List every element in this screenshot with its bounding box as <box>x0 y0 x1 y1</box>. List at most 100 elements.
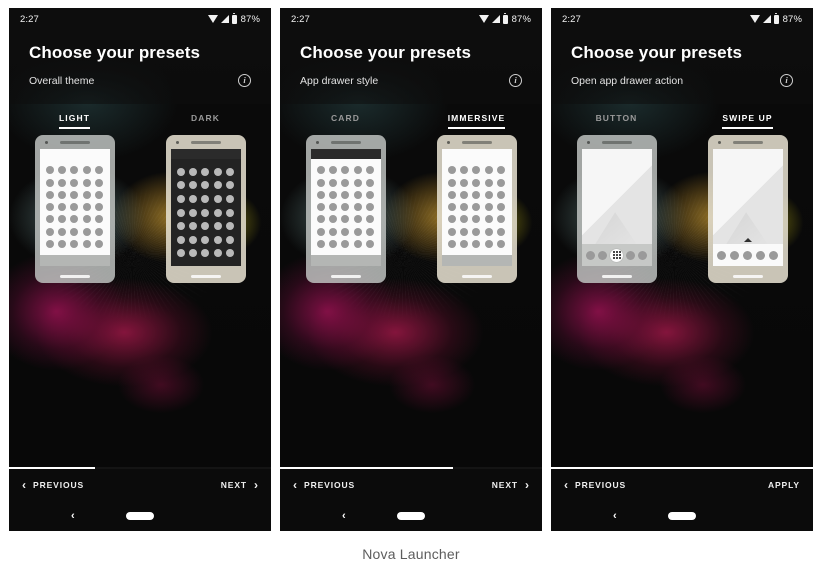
tab-light[interactable]: LIGHT <box>9 108 140 129</box>
system-home-pill[interactable] <box>397 512 425 520</box>
home-indicator <box>190 275 221 278</box>
apply-button[interactable]: APPLY <box>768 480 800 490</box>
panel-header: Choose your presets Open app drawer acti… <box>551 30 813 87</box>
speaker-icon <box>330 141 361 144</box>
info-icon[interactable]: i <box>238 74 251 87</box>
option-tabs: BUTTON SWIPE UP <box>551 108 813 129</box>
app-icon-grid <box>40 159 110 255</box>
signal-icon <box>762 15 771 23</box>
speaker-icon <box>59 141 90 144</box>
speaker-icon <box>190 141 221 144</box>
phone-screen-card <box>310 149 381 266</box>
app-drawer-button-icon[interactable] <box>610 248 623 262</box>
status-bar: 2:27 87% <box>551 8 813 30</box>
battery-icon <box>773 12 779 24</box>
tab-button[interactable]: BUTTON <box>551 108 682 129</box>
system-home-pill[interactable] <box>668 512 696 520</box>
previous-button[interactable]: ‹ PREVIOUS <box>564 479 626 491</box>
battery-icon <box>502 12 508 24</box>
previous-button[interactable]: ‹ PREVIOUS <box>22 479 84 491</box>
page-title: Choose your presets <box>29 43 201 62</box>
page-title: Choose your presets <box>571 43 743 62</box>
panel-subtitle: App drawer style <box>300 74 379 87</box>
subtitle-row: Open app drawer action i <box>571 74 793 87</box>
phone-preview-light[interactable] <box>34 135 115 283</box>
next-button[interactable]: NEXT › <box>492 479 529 491</box>
page-title: Choose your presets <box>300 43 472 62</box>
status-time: 2:27 <box>20 13 39 25</box>
speaker-icon <box>601 141 632 144</box>
speaker-icon <box>732 141 763 144</box>
previous-button[interactable]: ‹ PREVIOUS <box>293 479 355 491</box>
wizard-nav: ‹ PREVIOUS APPLY <box>551 469 813 501</box>
signal-icon <box>491 15 500 23</box>
tab-swipe-up-label: SWIPE UP <box>722 113 773 129</box>
previous-label: PREVIOUS <box>304 480 356 490</box>
phone-dock <box>581 244 652 266</box>
panel-overall-theme: 2:27 87% Choose your presets Overall the… <box>9 8 271 531</box>
info-icon[interactable]: i <box>780 74 793 87</box>
wifi-icon <box>207 15 218 23</box>
panel-header: Choose your presets App drawer style i <box>280 30 542 87</box>
dock-icon <box>626 250 635 260</box>
chevron-right-icon: › <box>525 478 529 492</box>
home-indicator <box>732 275 763 278</box>
dock-icon <box>717 250 727 260</box>
tab-card[interactable]: CARD <box>280 108 411 129</box>
speaker-icon <box>461 141 492 144</box>
tab-immersive[interactable]: IMMERSIVE <box>411 108 542 129</box>
system-back-icon[interactable]: ‹ <box>342 510 346 522</box>
panel-subtitle: Overall theme <box>29 74 95 87</box>
status-time: 2:27 <box>291 13 310 25</box>
system-back-icon[interactable]: ‹ <box>71 510 75 522</box>
next-label: NEXT <box>491 480 518 490</box>
battery-percent: 87% <box>782 13 802 25</box>
wifi-icon <box>749 15 760 23</box>
camera-icon <box>586 141 590 144</box>
next-label: NEXT <box>220 480 247 490</box>
phone-preview-immersive[interactable] <box>436 135 517 283</box>
wifi-icon <box>478 15 489 23</box>
dock-icon <box>586 250 595 260</box>
panel-app-drawer-style: 2:27 87% Choose your presets App drawer … <box>280 8 542 531</box>
dock-icon <box>768 250 778 260</box>
panel-open-app-drawer-action: 2:27 87% Choose your presets Open app dr… <box>551 8 813 531</box>
preset-panels: 2:27 87% Choose your presets Overall the… <box>0 0 822 534</box>
status-indicators: 87% <box>207 12 260 25</box>
phone-status-strip <box>170 149 241 159</box>
system-home-pill[interactable] <box>126 512 154 520</box>
phone-dock-strip <box>310 255 381 266</box>
home-indicator <box>461 275 492 278</box>
home-indicator <box>601 275 632 278</box>
phone-previews <box>551 135 813 283</box>
panel-subtitle: Open app drawer action <box>571 74 684 87</box>
phone-previews <box>280 135 542 283</box>
system-navigation-bar: ‹ <box>280 501 542 531</box>
app-icon-grid <box>171 159 241 266</box>
tab-card-label: CARD <box>331 113 360 123</box>
chevron-left-icon: ‹ <box>22 478 26 492</box>
phone-screen-immersive <box>441 149 512 266</box>
phone-screen-light <box>39 149 110 266</box>
phone-previews <box>9 135 271 283</box>
subtitle-row: Overall theme i <box>29 74 251 87</box>
dock-icon <box>730 250 740 260</box>
phone-preview-button[interactable] <box>576 135 657 283</box>
chevron-left-icon: ‹ <box>293 478 297 492</box>
info-icon[interactable]: i <box>509 74 522 87</box>
camera-icon <box>175 141 179 144</box>
tab-button-label: BUTTON <box>595 113 638 123</box>
home-indicator <box>59 275 90 278</box>
battery-percent: 87% <box>240 13 260 25</box>
camera-icon <box>315 141 319 144</box>
tab-swipe-up[interactable]: SWIPE UP <box>682 108 813 129</box>
system-back-icon[interactable]: ‹ <box>613 510 617 522</box>
tab-dark[interactable]: DARK <box>140 108 271 129</box>
phone-preview-swipe-up[interactable] <box>707 135 788 283</box>
phone-preview-dark[interactable] <box>165 135 246 283</box>
status-bar: 2:27 87% <box>9 8 271 30</box>
next-button[interactable]: NEXT › <box>221 479 258 491</box>
dock-icon <box>742 250 752 260</box>
camera-icon <box>446 141 450 144</box>
phone-preview-card[interactable] <box>305 135 386 283</box>
